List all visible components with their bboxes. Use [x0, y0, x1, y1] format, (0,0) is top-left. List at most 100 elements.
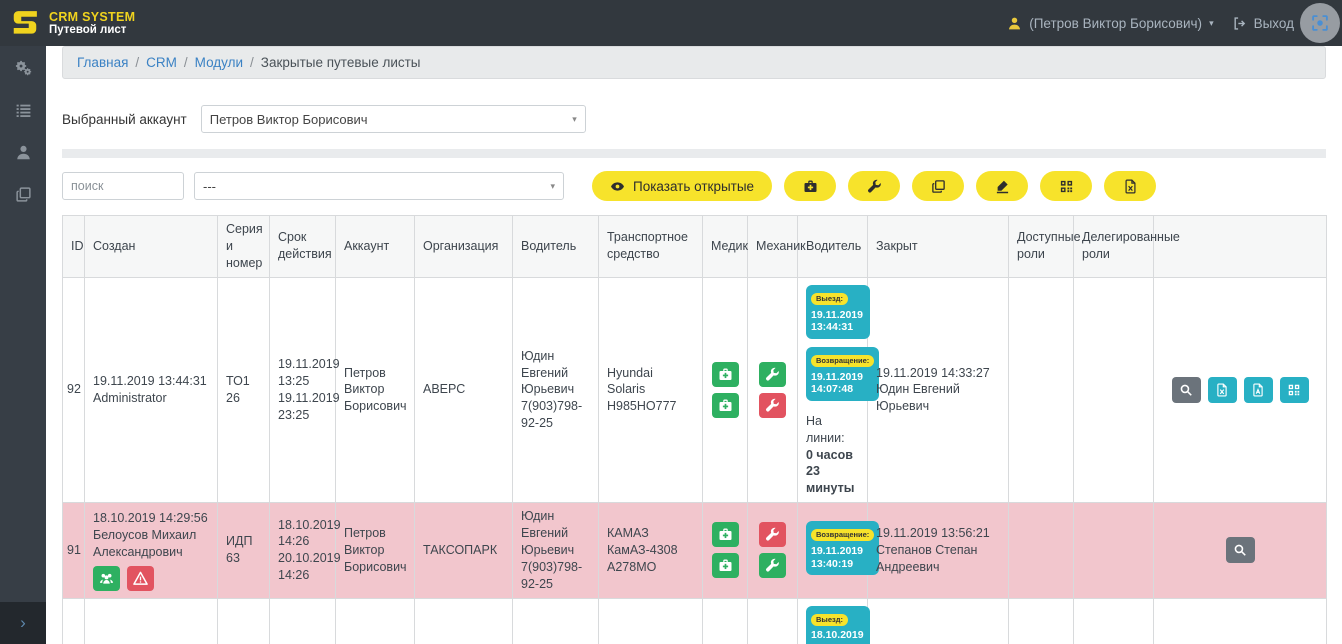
copy-toolbar-button[interactable]: [912, 171, 965, 201]
breadcrumb-separator: /: [135, 55, 140, 70]
cell-driver: Юдин Евгений Юрьевич7(903)798-92-25: [512, 597, 599, 644]
eye-icon: [610, 179, 625, 194]
waybill-row-90: 9018.10.2019 12:59:36Белоусов Михаил Але…: [62, 597, 1327, 644]
cell-created: 18.10.2019 14:29:56 Белоусов Михаил Алекс…: [84, 502, 218, 599]
show-open-label: Показать открытые: [633, 178, 755, 194]
show-open-button[interactable]: Показать открытые: [592, 171, 773, 201]
warning-indicator: [127, 565, 154, 591]
column-header: ID: [62, 215, 85, 278]
search-action-button[interactable]: [1225, 537, 1255, 564]
toolbar-buttons: Показать открытые: [592, 171, 1157, 201]
cell-delegated-roles: [1073, 597, 1154, 644]
trip-status-badge: Выезд: 19.11.2019 13:44:31: [806, 284, 870, 339]
waybills-table: ID Создан Серия и номер Срок действия Аккаун…: [62, 215, 1327, 644]
qr-code-action-button[interactable]: [1279, 376, 1309, 403]
cell-account: Петров Виктор Борисович: [335, 276, 415, 504]
cell-medic: [702, 597, 748, 644]
cell-id: 90: [62, 597, 85, 644]
user-menu[interactable]: (Петров Виктор Борисович) ▾: [1007, 16, 1214, 31]
cell-created: 19.11.2019 13:44:31 Administrator: [84, 276, 218, 504]
excel-file-action-button[interactable]: [1207, 376, 1237, 403]
sidebar-item-settings[interactable]: [15, 60, 32, 77]
qr-code-toolbar-button[interactable]: [1040, 171, 1093, 201]
cell-available-roles: [1008, 597, 1074, 644]
column-header: Механик: [747, 215, 806, 278]
breadcrumb-item[interactable]: CRM: [146, 55, 177, 70]
sidebar-item-account[interactable]: [15, 144, 32, 161]
cell-driver-status: Выезд: 19.11.2019 13:44:31 Возвращение: 19.1…: [797, 276, 880, 504]
user-icon: [15, 144, 32, 161]
table-header-row: ID Создан Серия и номер Срок действия Аккаун…: [62, 215, 1327, 278]
filter-toolbar: --- ▾ Показать открытые: [62, 171, 1326, 201]
column-header: Делегированные роли: [1073, 215, 1180, 278]
cell-series-number: ИДП 63: [217, 502, 270, 599]
cell-series-number: ТО1 26: [217, 276, 270, 504]
logout-button[interactable]: Выход: [1232, 16, 1294, 31]
cell-vehicle: Hyundai Solaris Н985НО777: [598, 276, 703, 504]
breadcrumb-separator: /: [250, 55, 254, 70]
column-header: Создан: [84, 215, 218, 278]
user-icon: [1007, 16, 1022, 31]
cell-available-roles: [1008, 502, 1074, 599]
cell-account: Петров Виктор Борисович: [335, 597, 415, 644]
breadcrumb-separator: /: [183, 55, 188, 70]
brand-text: CRM SYSTEM Путевой лист: [49, 10, 135, 36]
screenshot-button[interactable]: [1300, 3, 1340, 43]
breadcrumb-item[interactable]: Модули: [195, 55, 243, 70]
cell-organization: ТАКСОПАРК: [414, 597, 513, 644]
wrench-toolbar-button[interactable]: [848, 171, 901, 201]
cell-driver: Юдин Евгений Юрьевич7(903)798-92-25: [512, 502, 599, 599]
sidebar-item-modules[interactable]: [15, 102, 32, 119]
wrench-indicator: [759, 522, 786, 548]
cell-delegated-roles: [1073, 276, 1154, 504]
pen-toolbar-button[interactable]: [976, 171, 1029, 201]
column-header: Организация: [414, 215, 513, 278]
column-header: Закрыт: [867, 215, 1009, 278]
cell-id: 91: [62, 502, 85, 599]
column-header: Медик: [702, 215, 748, 278]
cell-available-roles: [1008, 276, 1074, 504]
wrench-indicator: [759, 553, 786, 579]
sidebar-item-documents[interactable]: [15, 186, 32, 203]
excel-file-toolbar-button[interactable]: [1104, 171, 1157, 201]
cell-mechanic: [747, 597, 798, 644]
cell-medic: [702, 276, 748, 504]
wrench-icon: [867, 179, 882, 194]
cell-organization: ТАКСОПАРК: [414, 502, 513, 599]
qr-code-icon: [1059, 179, 1074, 194]
qr-code-icon: [1287, 383, 1301, 397]
section-divider: [62, 149, 1326, 158]
top-header-bar: CRM SYSTEM Путевой лист (Петров Виктор Б…: [0, 0, 1342, 46]
waybills-panel: --- ▾ Показать открытые IDСозданСерия и …: [46, 158, 1342, 644]
pdf-file-action-button[interactable]: [1243, 376, 1273, 403]
breadcrumb-item[interactable]: Главная: [77, 55, 128, 70]
cell-actions: [1153, 597, 1327, 644]
selected-account-label: Выбранный аккаунт: [62, 111, 187, 127]
copy-icon: [15, 186, 32, 203]
medical-bag-indicator: [711, 361, 739, 387]
breadcrumb: Главная / CRM / Модули / Закрытые путевые лист…: [62, 46, 1326, 79]
account-select[interactable]: Петров Виктор Борисович ▾: [200, 105, 586, 133]
caret-down-icon: ▾: [1209, 17, 1214, 28]
waybill-row-91: 91 18.10.2019 14:29:56 Белоусов Михаил Але…: [62, 502, 1327, 599]
cell-id: 92: [62, 276, 85, 504]
trip-status-label: Возвращение:: [811, 529, 875, 542]
brand-title: CRM SYSTEM: [49, 10, 136, 24]
account-select-value: Петров Виктор Борисович: [209, 111, 368, 127]
cell-driver-status: Возвращение: 19.11.2019 13:40:19: [797, 502, 880, 599]
search-action-button[interactable]: [1171, 376, 1201, 403]
filter-select[interactable]: --- ▾: [194, 172, 564, 200]
logo-icon: [13, 11, 37, 34]
group-indicator: [93, 565, 120, 591]
trip-status-label: Выезд:: [811, 292, 848, 305]
cell-closed: 19.11.2019 13:56:21 Степанов Степан Андре…: [867, 502, 1009, 599]
sidebar-collapse-toggle[interactable]: ›: [0, 602, 46, 644]
medical-bag-toolbar-button[interactable]: [784, 171, 837, 201]
main-content: Главная / CRM / Модули / Закрытые путевые лист…: [46, 46, 1342, 644]
app-logo: CRM SYSTEM Путевой лист: [10, 8, 135, 38]
excel-file-icon: [1123, 179, 1138, 194]
medical-bag-indicator: [711, 553, 739, 579]
trip-status-badge: Возвращение: 19.11.2019 14:07:48: [806, 346, 880, 401]
account-panel: Выбранный аккаунт Петров Виктор Борисови…: [46, 79, 1342, 149]
search-input[interactable]: [62, 172, 184, 200]
